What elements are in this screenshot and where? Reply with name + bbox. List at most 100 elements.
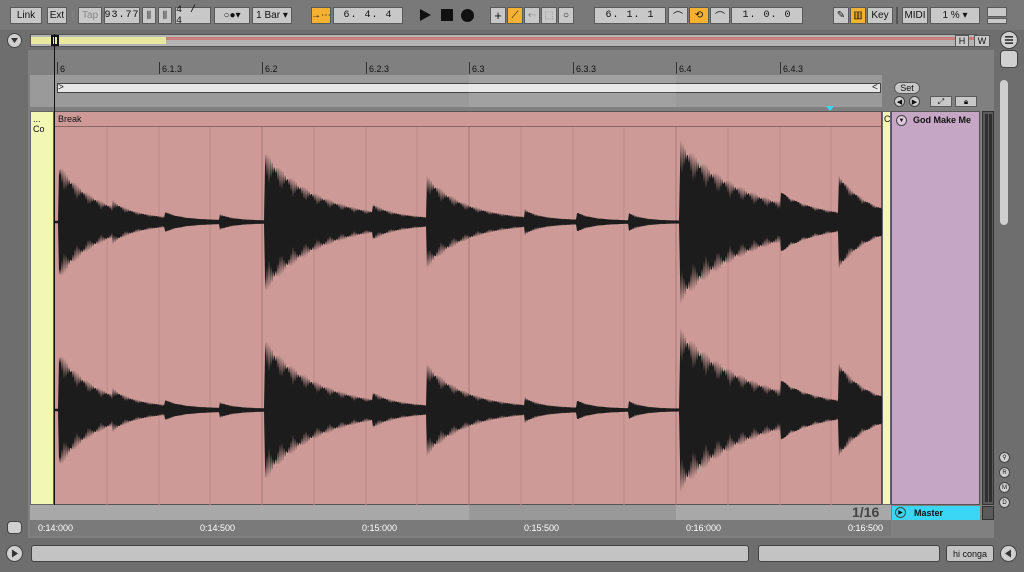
ext-sync-button[interactable]: Ext	[47, 7, 67, 24]
overdub-icon[interactable]: +	[490, 7, 506, 24]
track-meter	[982, 111, 994, 505]
track-header[interactable]: ▼ God Make Me	[891, 111, 980, 505]
draw-mode-icon[interactable]: ✎	[833, 7, 849, 24]
zoom-handle-icon[interactable]	[7, 521, 22, 534]
master-track-header[interactable]: ▶ Master	[892, 506, 980, 520]
prev-locator-icon[interactable]: ◀	[894, 96, 905, 107]
info-view-toggle-icon[interactable]	[6, 545, 23, 562]
clip-waveform	[55, 127, 883, 505]
master-fold-icon[interactable]: ▶	[895, 507, 906, 518]
automation-arm-icon[interactable]: ⟋	[507, 7, 523, 24]
track-fold-icon[interactable]: ▼	[896, 115, 907, 126]
next-locator-icon[interactable]: ▶	[909, 96, 920, 107]
optimize-height-button[interactable]: H	[955, 35, 969, 47]
tap-tempo-button[interactable]: Tap	[78, 7, 102, 24]
nudge-up-icon[interactable]: ⫼	[158, 7, 172, 24]
play-icon[interactable]	[420, 9, 431, 21]
ruler-label: 6	[60, 64, 66, 74]
beat-shade	[469, 75, 676, 107]
follow-icon[interactable]: →⋯	[311, 7, 331, 24]
time-label: 0:16:000	[686, 523, 722, 533]
next-clip-name: C	[884, 114, 891, 124]
midi-out-indicator-icon	[987, 18, 1007, 24]
overview-track-strip	[166, 37, 976, 40]
browser-toggle-icon[interactable]	[1000, 50, 1018, 68]
quantize-value: 1 Bar	[256, 10, 281, 21]
status-bar: hi conga	[0, 542, 1024, 572]
playhead	[54, 34, 55, 520]
ext-divider: |	[71, 10, 75, 21]
arrangement-position-field[interactable]: 6. 4. 4	[333, 7, 403, 24]
ruler-tick	[780, 62, 781, 74]
midi-map-button[interactable]: MIDI	[902, 7, 928, 24]
ruler-label: 6.2	[265, 64, 278, 74]
next-clip-edge[interactable]: C	[882, 111, 891, 505]
time-signature-field[interactable]: 4 / 4	[175, 5, 211, 27]
expand-icon[interactable]: ⤢	[930, 96, 952, 107]
menu-icon[interactable]	[1000, 31, 1018, 49]
capture-icon[interactable]: ⬚	[541, 7, 557, 24]
time-label: 0:16:500	[848, 523, 884, 533]
loop-end-marker-icon[interactable]: <	[872, 82, 878, 93]
ruler-label: 6.3.3	[576, 64, 597, 74]
ruler-tick	[469, 62, 470, 74]
master-label: Master	[914, 508, 944, 518]
time-label: 0:15:500	[524, 523, 560, 533]
metronome-icon[interactable]: ○●▾	[214, 7, 250, 24]
overview-viewport[interactable]	[51, 35, 59, 46]
meter-right	[989, 114, 992, 502]
returns-toggle-icon[interactable]: R	[999, 467, 1010, 478]
io-toggle-icon[interactable]: ⚲	[999, 452, 1010, 463]
computer-midi-keyboard-icon[interactable]: ▥	[850, 7, 866, 24]
detail-view-toggle-icon[interactable]	[1000, 545, 1017, 562]
reenable-automation-icon[interactable]: ⇠	[524, 7, 540, 24]
master-meter	[982, 506, 994, 520]
arrangement-overview[interactable]	[30, 34, 978, 47]
loop-switch-icon[interactable]: ⟲	[689, 7, 709, 24]
tempo-field[interactable]: 93.77	[104, 7, 140, 24]
time-label: 0:14:000	[38, 523, 74, 533]
divider	[896, 7, 898, 24]
ruler-label: 6.3	[472, 64, 485, 74]
previous-clip-edge[interactable]: ... Co	[30, 111, 54, 505]
stop-icon[interactable]	[441, 9, 453, 21]
control-bar: Link Ext | Tap 93.77 ⫼ ⫼ 4 / 4 ○●▾ 1 Bar…	[0, 0, 1024, 30]
vertical-scrollbar[interactable]	[1000, 80, 1008, 225]
quantize-select[interactable]: 1 Bar ▾	[252, 7, 292, 24]
key-map-button[interactable]: Key	[867, 7, 893, 24]
ruler-tick	[262, 62, 263, 74]
record-icon[interactable]	[461, 9, 474, 22]
overview-collapse-icon[interactable]	[7, 33, 22, 48]
loop-length-field[interactable]: 1. 0. 0	[731, 7, 803, 24]
clip-name: Break	[58, 114, 82, 124]
arrangement-footer-lane: 1/16	[30, 504, 891, 520]
mixer-toggle-icon[interactable]: M	[999, 482, 1010, 493]
clip-header[interactable]: Break	[55, 112, 881, 127]
audio-clip[interactable]: Break	[54, 111, 883, 505]
time-label: 0:14:500	[200, 523, 236, 533]
status-secondary-field	[758, 545, 940, 562]
loop-region-band[interactable]: > <	[30, 75, 882, 107]
set-locator-button[interactable]: Set	[894, 82, 920, 94]
session-record-icon[interactable]: ○	[558, 7, 574, 24]
beat-shade	[469, 505, 676, 520]
ruler-label: 6.4	[679, 64, 692, 74]
ruler-tick	[57, 62, 58, 74]
loop-start-marker-icon[interactable]: >	[58, 82, 64, 93]
ruler-tick	[676, 62, 677, 74]
delay-toggle-icon[interactable]: D	[999, 497, 1010, 508]
punch-out-icon[interactable]: ⌒	[710, 7, 730, 24]
link-button[interactable]: Link	[10, 7, 42, 24]
lock-icon[interactable]: 🔒︎	[955, 96, 977, 107]
nudge-down-icon[interactable]: ⫼	[142, 7, 156, 24]
time-ruler[interactable]: 0:14:000 0:14:500 0:15:000 0:15:500 0:16…	[30, 520, 891, 536]
optimize-width-button[interactable]: W	[974, 35, 990, 47]
punch-in-icon[interactable]: ⌒	[668, 7, 688, 24]
cpu-load-value: 1 %	[942, 10, 960, 21]
status-message-field	[31, 545, 749, 562]
grid-size-label[interactable]: 1/16	[852, 504, 879, 520]
ruler-tick	[366, 62, 367, 74]
midi-indicator-icon	[987, 7, 1007, 17]
selected-device-button[interactable]: hi conga	[946, 545, 994, 562]
loop-start-field[interactable]: 6. 1. 1	[594, 7, 666, 24]
